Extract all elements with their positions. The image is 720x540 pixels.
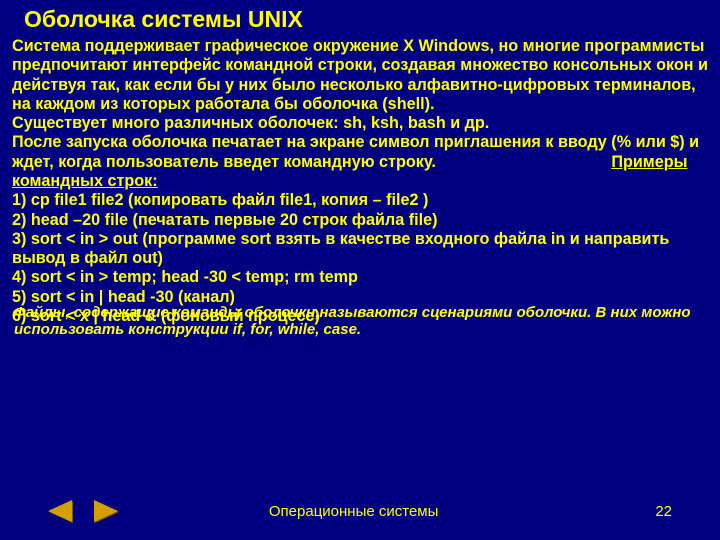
examples-colon: : [152,172,157,190]
slide-title: Оболочка системы UNIX [0,0,720,37]
slide-footer: Операционные системы 22 [0,498,720,524]
slide: Оболочка системы UNIX Система поддержива… [0,0,720,540]
page-number: 22 [655,503,672,520]
example-2: 2) head –20 file (печатать первые 20 стр… [12,211,437,229]
footer-title: Операционные системы [52,503,655,520]
prev-button[interactable] [44,498,78,524]
paragraph-1: Система поддерживает графическое окружен… [12,37,708,113]
paragraph-2: Существует много различных оболочек: sh,… [12,114,489,132]
next-button[interactable] [88,498,122,524]
arrow-left-icon [48,500,72,522]
script-note: Файлы, содержащие команды оболочки,назыв… [0,304,720,339]
arrow-right-icon [94,500,118,522]
slide-body: Система поддерживает графическое окружен… [0,37,720,326]
example-5: 5) sort < in | head -30 (канал) [12,288,235,306]
paragraph-3: После запуска оболочка печатает на экран… [12,133,699,170]
example-1: 1) cp file1 file2 (копировать файл file1… [12,191,428,209]
example-3: 3) sort < in > out (программе sort взять… [12,230,669,267]
example-4: 4) sort < in > temp; head -30 < temp; rm… [12,268,358,286]
